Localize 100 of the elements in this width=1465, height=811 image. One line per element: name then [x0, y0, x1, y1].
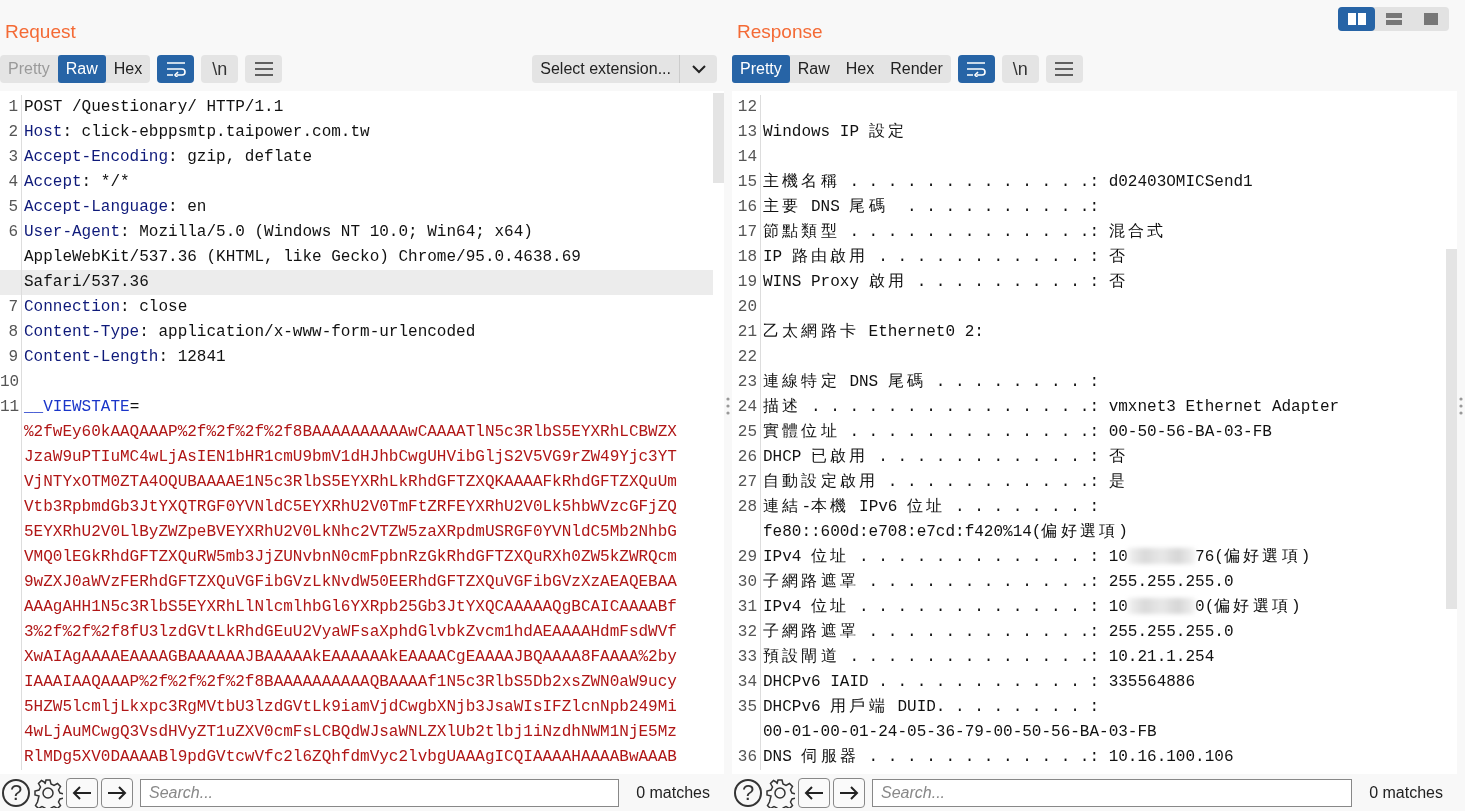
help-button[interactable]: ?	[2, 778, 30, 807]
code-line: 3%2f%2f%2f8fU3lzdGVtLkRhdGEuU2VyaWFsaXphdGlvbkZvcm1hdAEAAAAHdmFsdWVf	[23, 622, 677, 643]
wrap-icon	[164, 61, 187, 77]
line-number: 9	[8, 348, 18, 366]
line-number: 12	[737, 98, 757, 116]
code-line: IPv4 位址 . . . . . . . . . . . . : 10 76(偏好選項)	[762, 547, 1311, 568]
code-line: WINS Proxy 啟用 . . . . . . . . . : 否	[762, 272, 1126, 293]
line-number: 4	[8, 173, 18, 191]
line-number: 5	[8, 198, 18, 216]
code-line: 5EYXRhU2V0LlByZWZpeBVEYXRhU2V0LkNhc2VTZW5zaXRpdmUSRGF0YVNldC5Mb2NhbG	[23, 522, 677, 543]
left-arrow-icon	[72, 784, 92, 801]
search-field[interactable]: Search...	[140, 778, 620, 807]
previous-match-button[interactable]	[798, 777, 830, 808]
code-line: Accept-Encoding: gzip, deflate	[23, 147, 313, 168]
line-number: 35	[737, 698, 757, 716]
chevron-down-icon	[691, 64, 706, 74]
code-line: POST /Questionary/ HTTP/1.1	[23, 97, 284, 118]
line-number: 32	[737, 623, 757, 641]
single-view-icon	[1422, 12, 1439, 26]
scrollbar-thumb[interactable]	[1446, 249, 1457, 609]
code-line: 連結-本機 IPv6 位址 . . . . . . . :	[762, 497, 1100, 518]
line-number: 17	[737, 223, 757, 241]
code-line: 00-01-00-01-24-05-36-79-00-50-56-BA-03-FB	[762, 722, 1157, 743]
split-view-icon	[1346, 12, 1367, 26]
layout-button[interactable]	[1338, 7, 1375, 31]
code-line: VMQ0lEGkRhdGFTZXQuRW5mb3JjZUNvbnN0cmFpbnRzGkRhdGFTZXQuRXh0ZW5kZWRQcm	[23, 547, 677, 568]
menu-icon	[253, 62, 274, 76]
line-number: 34	[737, 673, 757, 691]
code-line: 主機名稱 . . . . . . . . . . . . .: d02403OMICSend1	[762, 171, 1253, 193]
menu-button[interactable]	[245, 55, 283, 83]
stacked-view-icon	[1384, 12, 1403, 26]
pane-title: Request	[5, 21, 76, 43]
view-tab[interactable]: Hex	[837, 55, 883, 83]
settings-icon[interactable]	[765, 777, 795, 808]
view-tab[interactable]: Raw	[57, 55, 106, 83]
extension-dropdown[interactable]: Select extension...	[532, 55, 717, 83]
code-line: Safari/537.36	[23, 272, 149, 293]
line-number: 1	[8, 98, 18, 116]
code-line: AppleWebKit/537.36 (KHTML, like Gecko) Chrome/95.0.4638.69	[23, 247, 581, 268]
menu-button[interactable]	[1045, 55, 1083, 83]
wrap-toggle[interactable]	[957, 55, 995, 83]
code-line: __VIEWSTATE=	[23, 397, 140, 418]
wrap-icon	[965, 61, 988, 77]
match-count: 0 matches	[635, 783, 711, 802]
code-line: 自動設定啟用 . . . . . . . . . . .: 是	[762, 472, 1126, 493]
line-number: 24	[737, 398, 757, 416]
code-line: Content-Type: application/x-www-form-urlencoded	[23, 322, 476, 343]
line-number: 18	[737, 248, 757, 266]
newline-toggle[interactable]: \n	[1001, 55, 1039, 83]
code-line: DHCPv6 IAID . . . . . . . . . . . : 335564886	[762, 672, 1196, 693]
left-arrow-icon	[804, 784, 824, 801]
line-number: 21	[737, 323, 757, 341]
code-line: 子網路遮罩 . . . . . . . . . . . .: 255.255.255.0	[762, 621, 1234, 643]
scrollbar-thumb[interactable]	[713, 93, 724, 183]
right-arrow-icon	[839, 784, 859, 801]
next-match-button[interactable]	[101, 777, 133, 808]
code-line: 9wZXJ0aWVzFERhdGFTZXQuVGFibGVzLkNvdW50EERhdGFTZXQuVGFibGVzXzAEAQEBAA	[23, 572, 677, 593]
drag-handle-icon[interactable]	[726, 396, 730, 415]
code-line: 乙太網路卡 Ethernet0 2:	[762, 322, 984, 343]
code-line: Content-Length: 12841	[23, 347, 226, 368]
code-line: fe80::600d:e708:e7cd:f420%14(偏好選項)	[762, 522, 1128, 543]
code-line: 描述 . . . . . . . . . . . . . . .: vmxnet3 Ethernet Adapter	[762, 397, 1340, 418]
code-line: 子網路遮罩 . . . . . . . . . . . .: 255.255.255.0	[762, 571, 1234, 593]
view-tab[interactable]: Hex	[105, 55, 151, 83]
line-number: 16	[737, 198, 757, 216]
help-button[interactable]: ?	[734, 778, 762, 807]
line-number: 2	[8, 123, 18, 141]
search-field[interactable]: Search...	[872, 778, 1353, 807]
line-number: 19	[737, 273, 757, 291]
code-line: DHCP 已啟用 . . . . . . . . . . . : 否	[762, 447, 1126, 468]
code-line: IP 路由啟用 . . . . . . . . . . . : 否	[762, 247, 1126, 268]
settings-icon[interactable]	[33, 777, 63, 808]
line-number: 27	[737, 473, 757, 491]
code-line: Vtb3RpbmdGb3JtYXQTRGF0YVNldC5EYXRhU2V0TmFtZRFEYXRhU2V0Lk5hbWVzcGFjZQ	[23, 497, 677, 518]
code-line: DNS 伺服器 . . . . . . . . . . . .: 10.16.100.106	[762, 747, 1234, 768]
code-line: 實體位址 . . . . . . . . . . . . .: 00-50-56-BA-03-FB	[762, 422, 1272, 443]
line-number: 25	[737, 423, 757, 441]
line-number: 33	[737, 648, 757, 666]
line-number: 7	[8, 298, 18, 316]
code-line: %2fwEy60kAAQAAAP%2f%2f%2f%2f8BAAAAAAAAAAwCAAAATlN5c3RlbS5EYXRhLCBWZX	[23, 422, 677, 443]
line-number: 30	[737, 573, 757, 591]
view-tab[interactable]: Render	[882, 55, 951, 83]
code-line: Accept: */*	[23, 172, 130, 193]
view-tab[interactable]: Pretty	[732, 55, 790, 83]
code-line: VjNTYxOTM0ZTA4OQUBAAAAE1N5c3RlbS5EYXRhLkRhdGFTZXQKAAAAFkRhdGFTZXQuUm	[23, 472, 677, 493]
code-line: IAAAIAAQAAAP%2f%2f%2f%2f8BAAAAAAAAAAQBAAAAf1N5c3RlbS5Db2xsZWN0aW9ucy	[23, 672, 677, 693]
line-number: 8	[8, 323, 18, 341]
newline-toggle[interactable]: \n	[201, 55, 239, 83]
line-number: 23	[737, 373, 757, 391]
menu-icon	[1054, 62, 1075, 76]
line-number: 11	[0, 398, 20, 416]
previous-match-button[interactable]	[66, 777, 98, 808]
drag-handle-icon[interactable]	[1459, 396, 1463, 415]
line-number: 13	[737, 123, 757, 141]
next-match-button[interactable]	[833, 777, 865, 808]
wrap-toggle[interactable]	[157, 55, 195, 83]
view-tab[interactable]: Raw	[789, 55, 838, 83]
code-line: 連線特定 DNS 尾碼 . . . . . . . . :	[762, 372, 1100, 393]
code-line: JzaW9uPTIuMC4wLjAsIEN1bHR1cmU9bmV1dHJhbCwgUHVibGljS2V5VG9rZW49Yjc3YT	[23, 447, 677, 468]
line-number: 10	[0, 373, 20, 391]
